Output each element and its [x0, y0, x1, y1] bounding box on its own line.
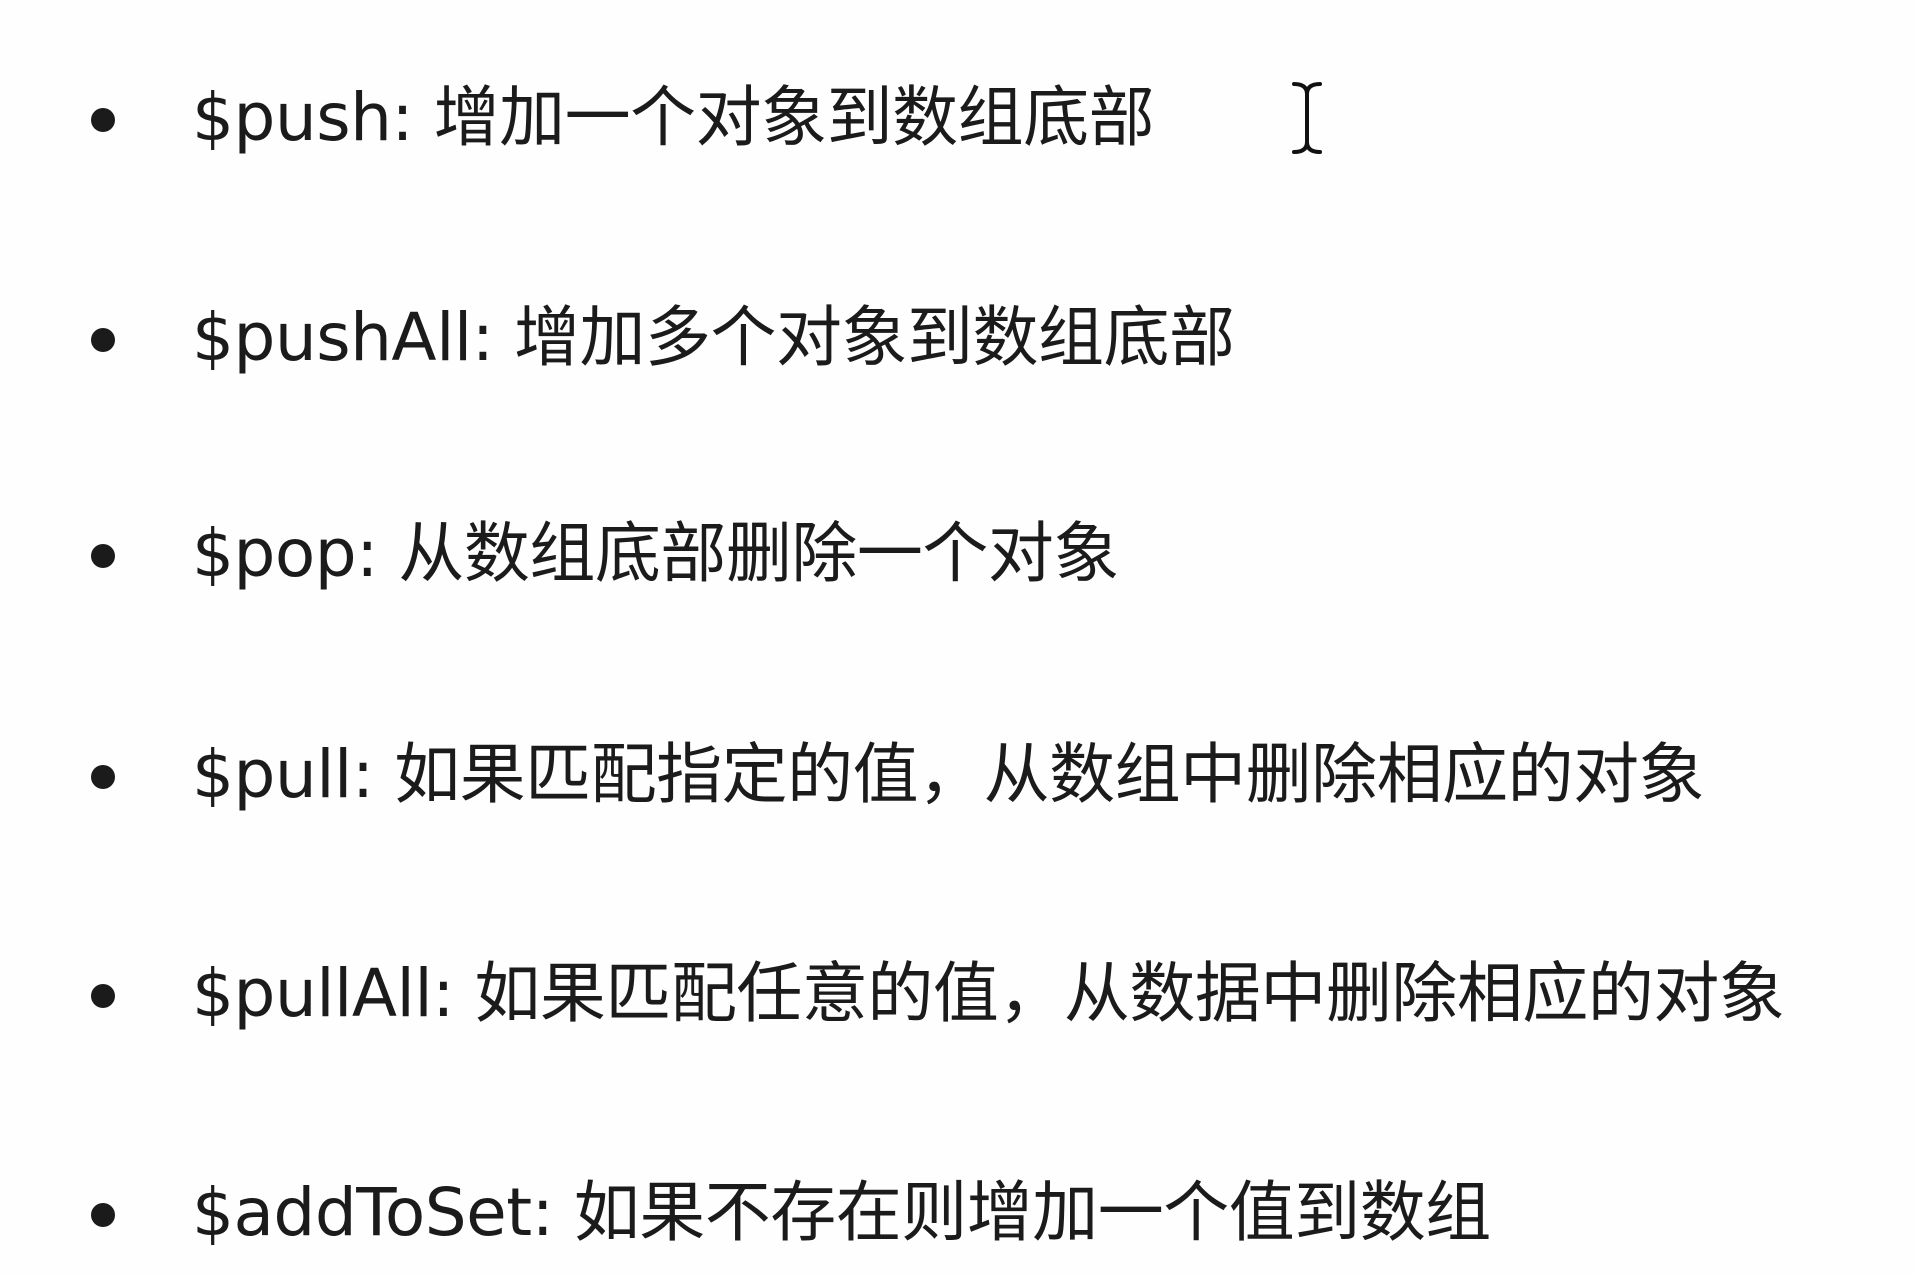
- list-item-addtoset: $addToSet: 如果不存在则增加一个值到数组: [0, 1163, 1916, 1263]
- list-item-pop: $pop: 从数组底部删除一个对象: [0, 504, 1916, 604]
- item-text-pullall: $pullAll: 如果匹配任意的值，从数据中删除相应的对象: [192, 955, 1785, 1032]
- list-item-push: $push: 增加一个对象到数组底部: [0, 68, 1916, 168]
- operator-bullet-list: $push: 增加一个对象到数组底部 $pushAll: 增加多个对象到数组底部…: [0, 0, 1916, 1276]
- list-item-pullall: $pullAll: 如果匹配任意的值，从数据中删除相应的对象: [0, 944, 1916, 1044]
- bullet-icon: [91, 544, 115, 568]
- bullet-icon: [91, 108, 115, 132]
- item-text-push: $push: 增加一个对象到数组底部: [192, 79, 1155, 156]
- bullet-icon: [91, 1203, 115, 1227]
- item-text-pushall: $pushAll: 增加多个对象到数组底部: [192, 299, 1235, 376]
- item-text-pop: $pop: 从数组底部删除一个对象: [192, 515, 1119, 592]
- bullet-icon: [91, 765, 115, 789]
- list-item-pushall: $pushAll: 增加多个对象到数组底部: [0, 288, 1916, 388]
- item-text-addtoset: $addToSet: 如果不存在则增加一个值到数组: [192, 1174, 1491, 1251]
- item-text-pull: $pull: 如果匹配指定的值，从数组中删除相应的对象: [192, 736, 1705, 813]
- list-item-pull: $pull: 如果匹配指定的值，从数组中删除相应的对象: [0, 725, 1916, 825]
- bullet-icon: [91, 328, 115, 352]
- ibeam-cursor-icon: [1292, 82, 1322, 154]
- bullet-icon: [91, 984, 115, 1008]
